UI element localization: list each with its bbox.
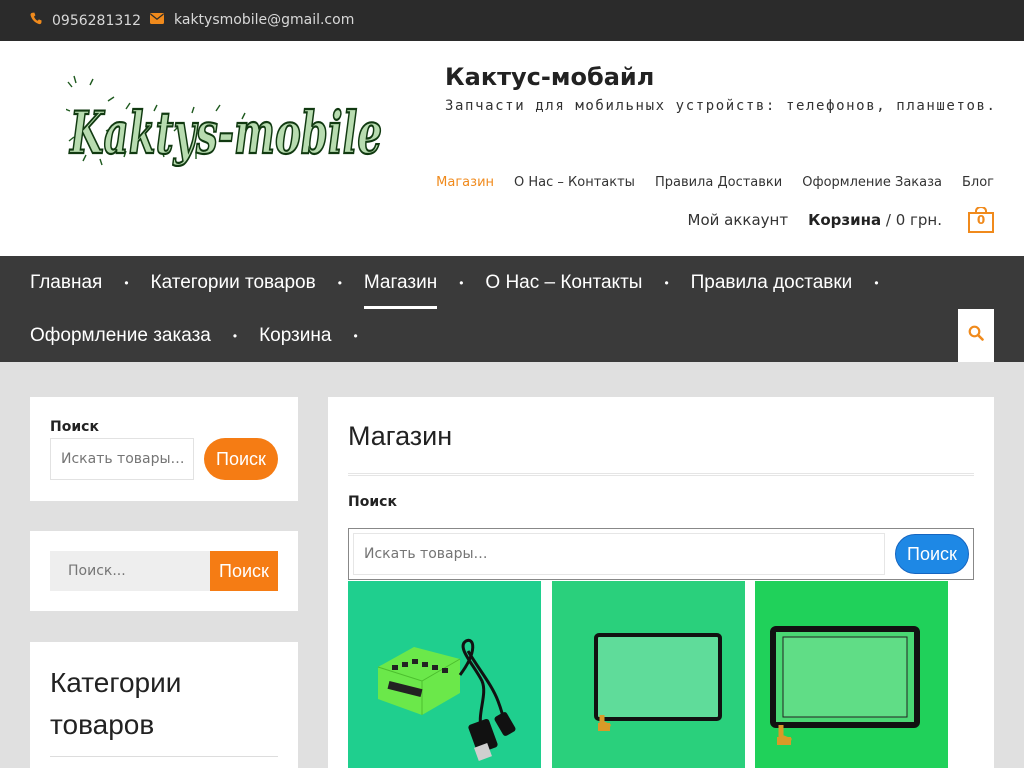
nav-separator: • bbox=[664, 275, 669, 290]
divider bbox=[348, 473, 974, 476]
my-account-link[interactable]: Мой аккаунт bbox=[688, 211, 789, 229]
nav-separator: • bbox=[232, 328, 238, 343]
site-title[interactable]: Кактус-мобайл bbox=[445, 63, 654, 91]
page-title: Магазин bbox=[348, 421, 453, 451]
top-bar: 0956281312 kaktysmobile@gmail.com bbox=[0, 0, 1024, 41]
phone-contact[interactable]: 0956281312 bbox=[30, 12, 141, 29]
site-tagline: Запчасти для мобильных устройств: телефо… bbox=[445, 98, 997, 114]
search-widget-label: Поиск bbox=[50, 419, 99, 435]
site-search-input[interactable] bbox=[50, 551, 210, 591]
shop-search-form: Поиск bbox=[348, 528, 974, 580]
search-icon bbox=[968, 325, 984, 346]
site-search-widget: Поиск bbox=[30, 531, 298, 611]
nav-item-cart[interactable]: Корзина bbox=[259, 309, 331, 362]
nav-item-categories[interactable]: Категории товаров bbox=[151, 256, 316, 309]
product-search-input[interactable] bbox=[50, 438, 194, 480]
search-label: Поиск bbox=[348, 494, 397, 510]
nav-item-checkout[interactable]: Оформление заказа bbox=[30, 309, 211, 362]
nav-separator: • bbox=[874, 275, 879, 290]
phone-number: 0956281312 bbox=[52, 12, 142, 29]
logo-wordmark: Kaktys-mobile bbox=[69, 99, 382, 167]
site-logo[interactable]: Kaktys-mobile bbox=[64, 71, 388, 168]
product-search-widget: Поиск Поиск bbox=[30, 397, 298, 501]
phone-icon bbox=[30, 12, 42, 29]
divider bbox=[50, 756, 278, 757]
cart-count: 0 bbox=[976, 213, 986, 227]
site-header: Kaktys-mobile Кактус-мобайл Запчасти для… bbox=[0, 41, 1024, 256]
main-nav-row: Оформление заказа • Корзина • bbox=[30, 309, 380, 362]
nav-separator: • bbox=[337, 275, 342, 290]
product-image[interactable] bbox=[755, 581, 948, 768]
email-address: kaktysmobile@gmail.com bbox=[174, 12, 355, 28]
charger-illustration bbox=[377, 638, 516, 761]
categories-title: Категории товаров bbox=[50, 667, 182, 740]
site-search-button[interactable]: Поиск bbox=[210, 551, 278, 591]
main-content: Магазин Поиск Поиск bbox=[328, 397, 994, 768]
nav-item-about-contacts[interactable]: О Нас – Контакты bbox=[485, 256, 642, 309]
shopping-bag-icon[interactable]: 0 bbox=[968, 206, 994, 233]
cart-total: / 0 грн. bbox=[881, 211, 942, 229]
product-image[interactable] bbox=[348, 581, 541, 768]
nav-item-shop[interactable]: Магазин bbox=[363, 256, 438, 309]
top-menu-item-about-contacts[interactable]: О Нас – Контакты bbox=[514, 175, 635, 190]
email-contact[interactable]: kaktysmobile@gmail.com bbox=[150, 12, 354, 28]
top-menu-item-delivery-rules[interactable]: Правила Доставки bbox=[655, 175, 782, 190]
touchscreen-illustration bbox=[770, 626, 920, 745]
nav-item-home[interactable]: Главная bbox=[30, 256, 102, 309]
cart-label: Корзина bbox=[808, 211, 882, 229]
top-menu-item-shop[interactable]: Магазин bbox=[436, 175, 494, 190]
shop-search-input[interactable] bbox=[353, 533, 885, 575]
categories-widget: Категории товаров bbox=[30, 642, 298, 768]
top-menu: Магазин О Нас – Контакты Правила Доставк… bbox=[436, 175, 994, 190]
nav-search-button[interactable] bbox=[958, 309, 994, 362]
product-search-button[interactable]: Поиск bbox=[204, 438, 278, 480]
nav-item-delivery-rules[interactable]: Правила доставки bbox=[691, 256, 853, 309]
nav-separator: • bbox=[124, 275, 129, 290]
top-menu-item-blog[interactable]: Блог bbox=[962, 175, 994, 190]
product-image[interactable] bbox=[552, 581, 745, 768]
main-navigation: Главная • Категории товаров • Магазин • … bbox=[0, 256, 1024, 362]
nav-separator: • bbox=[459, 275, 464, 290]
main-nav-row: Главная • Категории товаров • Магазин • … bbox=[30, 256, 901, 309]
shop-search-button[interactable]: Поиск bbox=[895, 534, 969, 574]
top-menu-item-checkout[interactable]: Оформление Заказа bbox=[802, 175, 942, 190]
account-row: Мой аккаунт Корзина / 0 грн. 0 bbox=[688, 206, 994, 233]
touchscreen-illustration bbox=[594, 633, 722, 731]
nav-separator: • bbox=[353, 328, 358, 343]
envelope-icon bbox=[150, 12, 164, 28]
cart-link[interactable]: Корзина / 0 грн. bbox=[808, 211, 942, 229]
